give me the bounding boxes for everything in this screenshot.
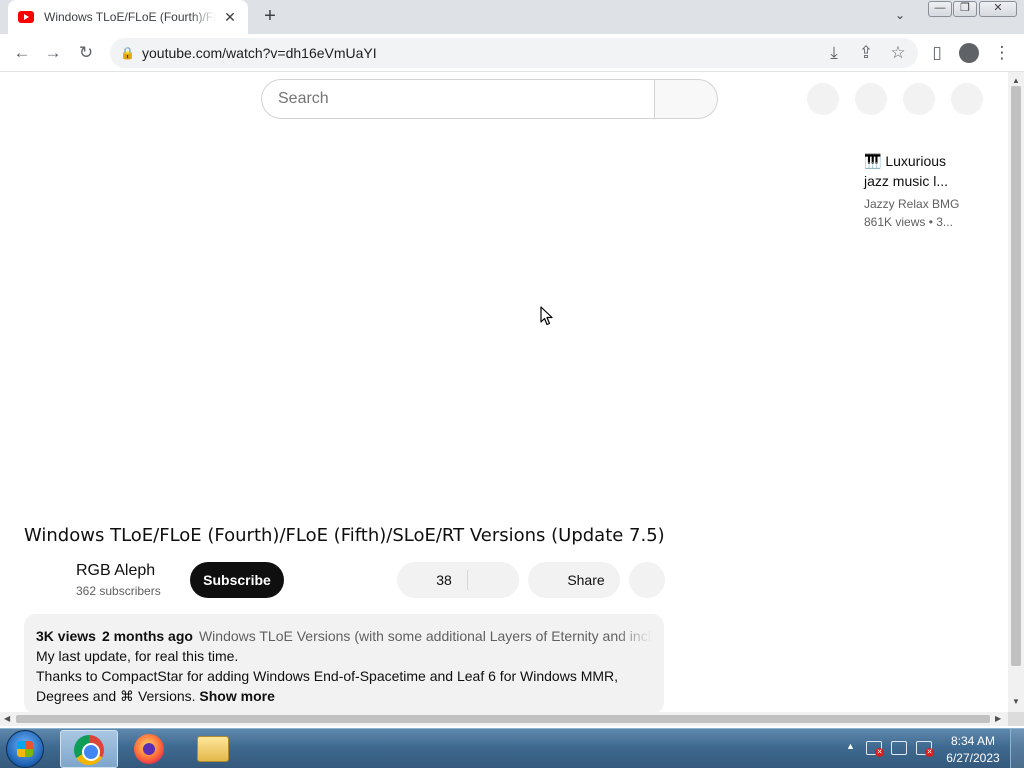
folder-icon [197, 736, 229, 762]
browser-menu-icon[interactable]: ⋮ [992, 43, 1012, 63]
tab-close-icon[interactable]: ✕ [222, 9, 238, 26]
side-panel-icon[interactable]: ▯ [927, 43, 947, 63]
back-arrow-icon[interactable]: ← [12, 43, 32, 63]
address-bar[interactable]: 🔒 youtube.com/watch?v=dh16eVmUaYI [110, 38, 918, 68]
clock-date[interactable]: 6/27/2023 [942, 751, 1004, 765]
firefox-icon [134, 734, 164, 764]
recommended-video-meta: 861K views • 3... [864, 215, 953, 229]
video-player[interactable] [24, 146, 840, 522]
apps-button[interactable] [855, 83, 887, 115]
windows-taskbar: ▲ ✕ ✕ 8:34 AM 6/27/2023 [0, 728, 1024, 768]
scroll-left-arrow-icon[interactable]: ◀ [4, 714, 10, 723]
window-minimize-button[interactable]: — [928, 1, 952, 17]
like-divider [467, 570, 468, 590]
taskbar-chrome-button[interactable] [60, 730, 118, 768]
description-tags: Windows TLoE Versions (with some additio… [198, 628, 651, 644]
muted-badge-icon: ✕ [925, 748, 934, 757]
tab-search-chevron-icon[interactable]: ⌄ [895, 8, 905, 22]
scroll-right-arrow-icon[interactable]: ▶ [995, 714, 1001, 723]
video-title: Windows TLoE/FLoE (Fourth)/FLoE (Fifth)/… [24, 525, 665, 546]
search-box [261, 79, 655, 119]
description-line-text: Degrees and ⌘ Versions. [36, 688, 196, 704]
mouse-cursor-icon [540, 306, 553, 326]
window-close-button[interactable]: ✕ [979, 1, 1017, 17]
subscribe-button[interactable]: Subscribe [190, 562, 284, 598]
like-button[interactable]: 38 [397, 562, 491, 598]
view-count: 3K views [36, 628, 96, 644]
browser-tab-active[interactable]: Windows TLoE/FLoE (Fourth)/FLoE (Fifth)/… [8, 0, 248, 34]
horizontal-scroll-thumb[interactable] [16, 715, 990, 723]
create-button[interactable] [807, 83, 839, 115]
youtube-favicon-icon [18, 11, 34, 23]
show-more-button[interactable]: Show more [199, 688, 274, 704]
like-dislike-group: 38 [397, 562, 519, 598]
description-box[interactable]: 3K views 2 months ago Windows TLoE Version… [24, 614, 664, 712]
subscriber-count: 362 subscribers [76, 584, 161, 598]
volume-muted-icon[interactable]: ✕ [916, 741, 934, 757]
forward-arrow-icon[interactable]: → [43, 43, 63, 63]
description-meta-line: 3K views 2 months ago Windows TLoE Version… [36, 626, 652, 646]
horizontal-scrollbar[interactable]: ◀ ▶ [0, 712, 1008, 726]
tab-strip: Windows TLoE/FLoE (Fourth)/FLoE (Fifth)/… [0, 0, 1024, 34]
upload-date: 2 months ago [101, 628, 193, 644]
install-app-icon[interactable]: ⤓ [824, 43, 844, 63]
tab-title: Windows TLoE/FLoE (Fourth)/FLoE (Fifth)/… [44, 10, 216, 24]
taskbar-firefox-button[interactable] [121, 730, 179, 768]
url-text[interactable]: youtube.com/watch?v=dh16eVmUaYI [142, 45, 377, 61]
channel-name[interactable]: RGB Aleph [76, 562, 155, 580]
clock-time[interactable]: 8:34 AM [946, 734, 1000, 748]
scroll-up-arrow-icon[interactable]: ▲ [1012, 76, 1020, 85]
notifications-button[interactable] [903, 83, 935, 115]
search-button[interactable] [654, 79, 718, 119]
lock-icon[interactable]: 🔒 [120, 46, 135, 60]
vertical-scroll-thumb[interactable] [1011, 86, 1021, 666]
action-center-flag-icon[interactable]: ✕ [866, 741, 884, 757]
more-actions-button[interactable] [629, 562, 665, 598]
start-button[interactable] [6, 730, 44, 768]
browser-toolbar: ← → ↻ 🔒 youtube.com/watch?v=dh16eVmUaYI … [0, 34, 1024, 72]
search-input[interactable] [278, 89, 638, 109]
description-line: My last update, for real this time. [36, 648, 239, 664]
taskbar-file-explorer-button[interactable] [184, 730, 242, 768]
show-desktop-button[interactable] [1010, 729, 1024, 768]
share-page-icon[interactable]: ⇪ [856, 43, 876, 63]
vertical-scrollbar[interactable]: ▲ ▼ [1008, 72, 1024, 712]
description-line: Thanks to CompactStar for adding Windows… [36, 668, 619, 684]
recommended-video-channel[interactable]: Jazzy Relax BMG [864, 197, 959, 211]
recommended-video-title[interactable]: 🎹 Luxurious jazz music l... [864, 151, 964, 191]
share-button[interactable]: Share [528, 562, 620, 598]
error-badge-icon: ✕ [875, 748, 884, 757]
show-hidden-icons-arrow-icon[interactable]: ▲ [846, 741, 855, 751]
bookmark-star-icon[interactable]: ☆ [888, 43, 908, 63]
scrollbar-corner [1008, 712, 1024, 726]
network-icon[interactable] [891, 741, 907, 755]
window-restore-button[interactable]: ❐ [953, 1, 977, 17]
youtube-watch-page: 🎹 Luxurious jazz music l... Jazzy Relax … [0, 72, 1008, 712]
reload-icon[interactable]: ↻ [76, 43, 96, 63]
profile-avatar-icon[interactable] [959, 43, 979, 63]
scroll-down-arrow-icon[interactable]: ▼ [1012, 697, 1020, 706]
new-tab-button[interactable]: + [258, 5, 282, 29]
description-line-last: Degrees and ⌘ Versions. Show more [36, 686, 652, 706]
account-avatar[interactable] [951, 83, 983, 115]
chrome-icon [74, 735, 104, 765]
